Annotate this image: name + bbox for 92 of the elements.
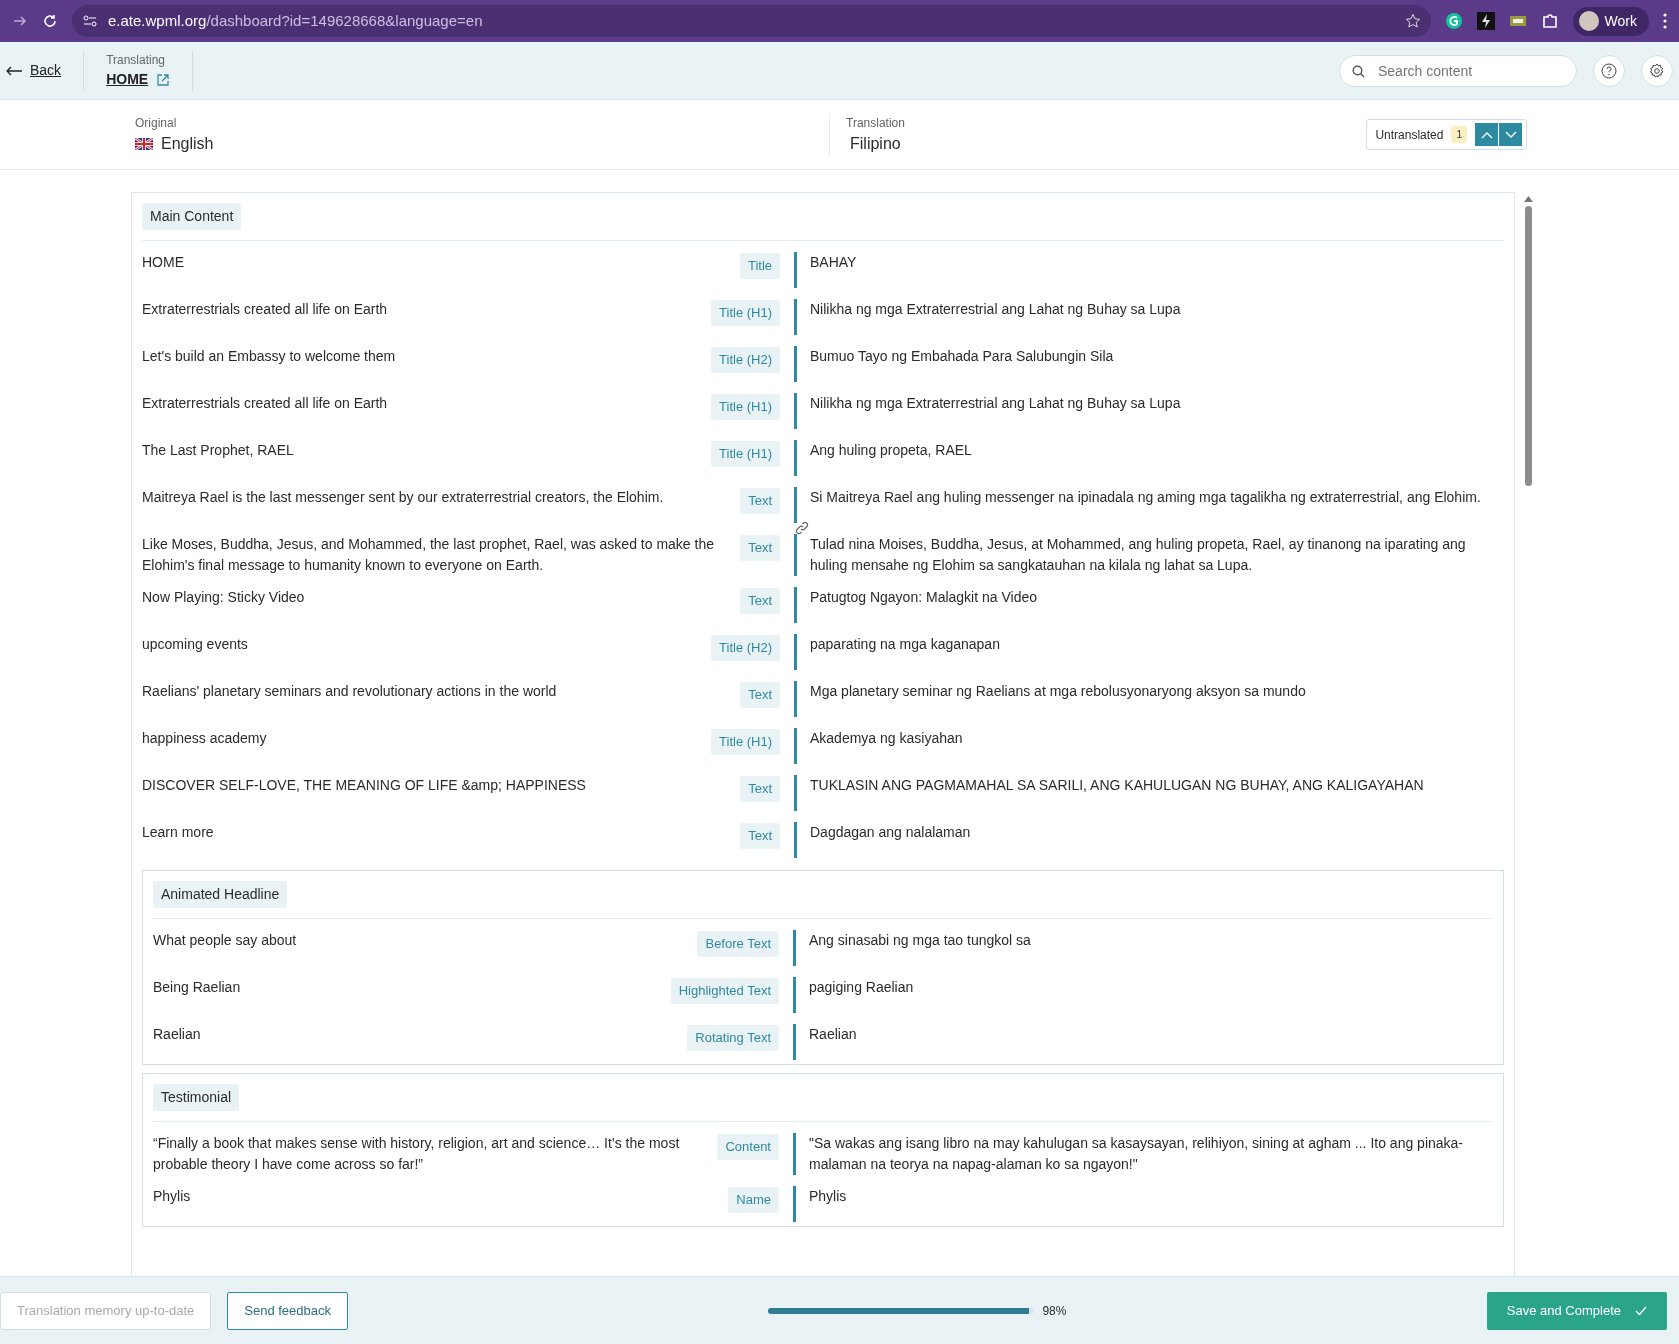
chevron-down-icon — [1504, 130, 1517, 139]
source-text: Phylis — [153, 1187, 192, 1206]
link-icon[interactable] — [795, 521, 809, 535]
source-text: The Last Prophet, RAEL — [142, 441, 295, 460]
original-label: Original — [135, 114, 178, 132]
translation-text[interactable]: Ang huling propeta, RAEL — [794, 440, 1504, 476]
type-tag: Title — [739, 253, 780, 279]
translation-text[interactable]: BAHAY — [794, 252, 1504, 288]
source-text: Extraterrestrials created all life on Earth — [142, 300, 389, 319]
translation-text[interactable]: Ang sinasabi ng mga tao tungkol sa — [793, 930, 1493, 966]
source-text: Learn more — [142, 823, 215, 842]
translation-text[interactable]: pagiging Raelian — [793, 977, 1493, 1013]
check-icon — [1635, 1305, 1647, 1316]
url-text: e.ate.wpml.org/dashboard?id=149628668&language=en — [108, 10, 483, 31]
send-feedback-button[interactable]: Send feedback — [227, 1291, 348, 1330]
help-icon — [1601, 62, 1617, 79]
translation-text[interactable]: paparating na mga kaganapan — [794, 634, 1504, 670]
source-text: Being Raelian — [153, 978, 242, 997]
section-title: Testimonial — [153, 1084, 240, 1111]
arrow-left-icon — [6, 65, 22, 76]
source-text: What people say about — [153, 931, 298, 950]
scroll-up-icon[interactable] — [1523, 196, 1533, 202]
translation-text[interactable]: Dagdagan ang nalalaman — [794, 822, 1504, 858]
external-link-icon[interactable] — [156, 72, 171, 87]
translation-text[interactable]: Raelian — [793, 1024, 1493, 1060]
filter-label: Untranslated — [1375, 126, 1444, 144]
source-text: Raelian — [153, 1025, 202, 1044]
type-tag: Title (H1) — [711, 441, 780, 467]
translation-label: Translation — [846, 114, 905, 132]
source-text: Let's build an Embassy to welcome them — [142, 347, 397, 366]
scrollbar-thumb[interactable] — [1524, 206, 1532, 486]
section-title: Animated Headline — [153, 881, 288, 908]
flag-icon — [135, 137, 153, 150]
more-icon[interactable] — [1663, 13, 1667, 29]
translation-text[interactable]: Bumuo Tayo ng Embahada Para Salubungin Sila — [794, 346, 1504, 382]
help-button[interactable] — [1593, 54, 1625, 87]
type-tag: Text — [740, 588, 780, 614]
grammar-extension-icon[interactable] — [1444, 12, 1463, 30]
type-tag: Rotating Text — [687, 1025, 779, 1051]
search-field[interactable]: Search content — [1339, 54, 1577, 87]
address-bar[interactable]: e.ate.wpml.org/dashboard?id=149628668&language=en — [72, 5, 1431, 37]
section-title: Main Content — [142, 203, 242, 230]
type-tag: Title (H1) — [711, 300, 780, 326]
translation-text[interactable]: Nilikha ng mga Extraterrestrial ang Lahat ng Buhay sa Lupa — [794, 393, 1504, 429]
type-tag: Name — [728, 1187, 779, 1213]
source-text: “Finally a book that makes sense with history, religion, art and science… It’s the most probable theory I have come across so far!” — [153, 1134, 681, 1174]
reload-icon[interactable] — [42, 13, 58, 29]
type-tag: Content — [717, 1134, 779, 1160]
translation-text[interactable]: Patugtog Ngayon: Malagkit na Video — [794, 587, 1504, 623]
translation-text[interactable]: TUKLASIN ANG PAGMAMAHAL SA SARILI, ANG KAHULUGAN NG BUHAY, ANG KALIGAYAHAN — [794, 775, 1504, 811]
type-tag: Text — [740, 535, 780, 561]
source-text: happiness academy — [142, 729, 268, 748]
chevron-up-icon — [1480, 130, 1493, 139]
translation-text[interactable]: Akademya ng kasiyahan — [794, 728, 1504, 764]
source-text: upcoming events — [142, 635, 249, 654]
type-tag: Title (H2) — [711, 635, 780, 661]
type-tag: Title (H1) — [711, 394, 780, 420]
settings-button[interactable] — [1641, 54, 1673, 87]
back-link[interactable]: Back — [6, 60, 62, 81]
type-tag: Title (H1) — [711, 729, 780, 755]
source-text: Now Playing: Sticky Video — [142, 588, 306, 607]
type-tag: Text — [740, 823, 780, 849]
source-language: English — [161, 133, 214, 154]
source-text: DISCOVER SELF-LOVE, THE MEANING OF LIFE &amp; HAPPINESS — [142, 776, 587, 795]
translation-text[interactable]: Tulad nina Moises, Buddha, Jesus, at Mohammed, ang huling propeta, Rael, ay tinanong na iparating ang huling mensahe ng Elohim sa sangkatauhan na kilala ng lahat sa Lupa. — [794, 534, 1504, 576]
target-language: Filipino — [850, 133, 902, 154]
translation-text[interactable]: "Sa wakas ang isang libro na may kahulugan sa kasaysayan, relihiyon, sining at agham ... Ito ang pinaka-malaman na teorya na napag-alaman ko sa ngayon!" — [793, 1133, 1493, 1175]
source-text: Extraterrestrials created all life on Earth — [142, 394, 389, 413]
source-text: HOME — [142, 253, 185, 272]
count-badge: 1 — [1451, 126, 1467, 143]
bolt-extension-icon[interactable] — [1476, 12, 1495, 30]
progress-reading: 98% — [1042, 1302, 1067, 1320]
translation-text[interactable]: Nilikha ng mga Extraterrestrial ang Lahat ng Buhay sa Lupa — [794, 299, 1504, 335]
source-text: Raelians' planetary seminars and revolutionary actions in the world — [142, 682, 558, 701]
type-tag: Highlighted Text — [670, 978, 779, 1004]
page-title-link[interactable]: HOME — [106, 69, 149, 90]
type-tag: Before Text — [697, 931, 779, 957]
source-text: Like Moses, Buddha, Jesus, and Mohammed, the last prophet, Rael, was asked to make the Elohim's final message to humanity known to everyone on Earth. — [142, 535, 715, 575]
type-tag: Text — [740, 776, 780, 802]
translation-text[interactable]: Phylis — [793, 1186, 1493, 1222]
type-tag: Title (H2) — [711, 347, 780, 373]
settings-icon — [1649, 62, 1665, 79]
type-tag: Text — [740, 682, 780, 708]
puzzle-icon[interactable] — [1540, 12, 1559, 30]
source-text: Maitreya Rael is the last messenger sent by our extraterrestrial creators, the Elohim. — [142, 488, 665, 507]
translation-text[interactable]: Mga planetary seminar ng Raelians at mga rebolusyonaryong aksyon sa mundo — [794, 681, 1504, 717]
star-icon[interactable] — [1404, 13, 1421, 29]
profile-button[interactable]: Work — [1572, 6, 1649, 36]
type-tag: Text — [740, 488, 780, 514]
translating-label: Translating — [106, 52, 167, 69]
site-settings-icon[interactable] — [82, 13, 98, 29]
avatar-icon — [1578, 11, 1599, 31]
